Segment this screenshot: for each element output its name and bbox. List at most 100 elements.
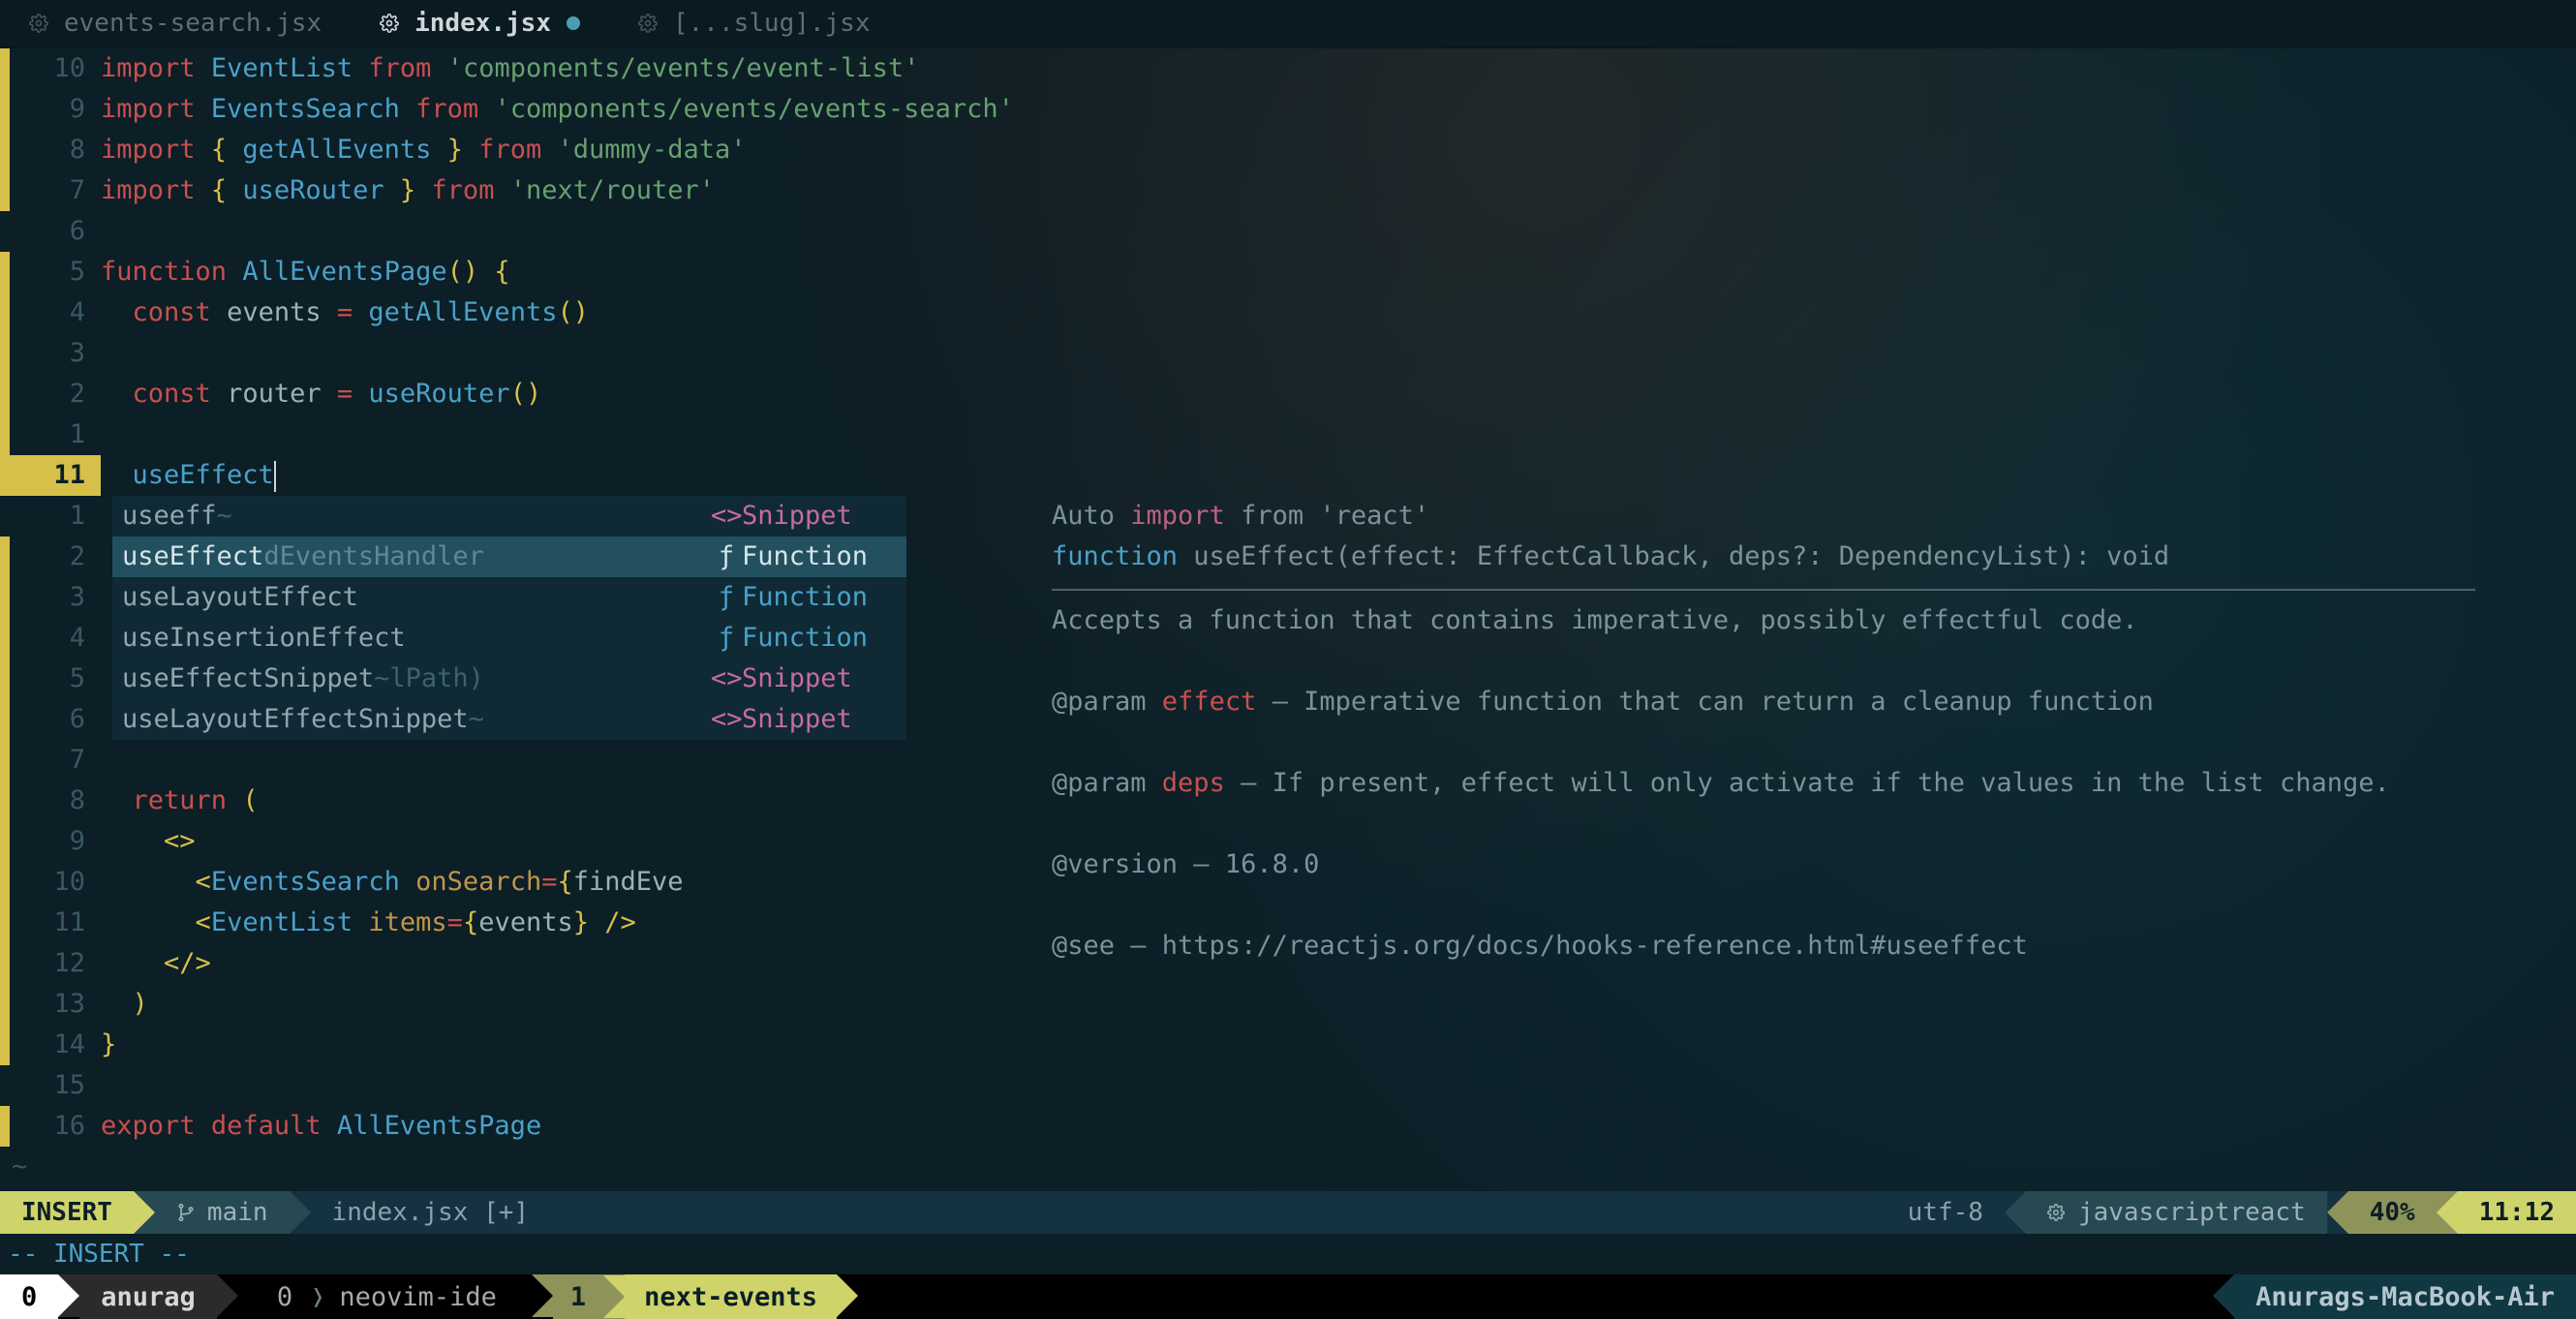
- function-icon: ƒ: [711, 618, 742, 659]
- modified-dot-icon: [567, 16, 580, 30]
- line-number: 11: [10, 903, 101, 943]
- code-content: ): [101, 984, 2576, 1025]
- snippet-icon: <>: [711, 659, 742, 699]
- gear-icon: [380, 14, 399, 33]
- tmux-window[interactable]: 0 ❭ neovim-ide: [238, 1274, 532, 1319]
- tab-label: [...slug].jsx: [673, 9, 871, 38]
- code-line[interactable]: 16export default AllEventsPage: [0, 1106, 2576, 1147]
- tmux-status-bar: 0 anurag 0 ❭ neovim-ide 1 next-events An…: [0, 1274, 2576, 1319]
- code-line[interactable]: 1: [0, 414, 2576, 455]
- editor[interactable]: 10import EventList from 'components/even…: [0, 48, 2576, 1191]
- completion-item[interactable]: useLayoutEffectSnippet~<>Snippet: [112, 699, 906, 740]
- completion-kind-label: Function: [742, 577, 906, 618]
- status-filetype: javascriptreact: [2026, 1191, 2327, 1234]
- completion-item[interactable]: useLayoutEffectƒFunction: [112, 577, 906, 618]
- function-icon: ƒ: [711, 577, 742, 618]
- snippet-icon: <>: [711, 699, 742, 740]
- mode-indicator: INSERT: [0, 1191, 134, 1234]
- code-line[interactable]: 11 useEffect: [0, 455, 2576, 496]
- line-number: 2: [10, 374, 101, 414]
- tab-index[interactable]: index.jsx: [351, 0, 609, 46]
- completion-item[interactable]: useInsertionEffectƒFunction: [112, 618, 906, 659]
- code-line[interactable]: 5function AllEventsPage() {: [0, 252, 2576, 292]
- line-number: 10: [10, 862, 101, 903]
- completion-item[interactable]: useEffectSnippet~lPath)<>Snippet: [112, 659, 906, 699]
- code-line[interactable]: 14}: [0, 1025, 2576, 1065]
- code-line[interactable]: 3: [0, 333, 2576, 374]
- gear-icon: [2047, 1204, 2065, 1221]
- line-number: 1: [10, 496, 101, 537]
- tmux-session-name: anurag: [79, 1274, 217, 1319]
- code-line[interactable]: 7import { useRouter } from 'next/router': [0, 170, 2576, 211]
- tmux-window-name: neovim-ide: [325, 1282, 510, 1312]
- completion-item[interactable]: useEffectdEventsHandlerƒFunction: [112, 537, 906, 577]
- gear-icon: [29, 14, 48, 33]
- tmux-session-index: 0: [0, 1274, 58, 1319]
- code-content: export default AllEventsPage: [101, 1106, 2576, 1147]
- line-number: 5: [10, 659, 101, 699]
- git-branch: main: [155, 1191, 290, 1234]
- line-number: 2: [10, 537, 101, 577]
- code-content: const events = getAllEvents(): [101, 292, 2576, 333]
- completion-kind-label: Snippet: [742, 496, 906, 537]
- completion-popup[interactable]: useeff~<>SnippetuseEffectdEventsHandlerƒ…: [112, 496, 906, 740]
- tab-label: events-search.jsx: [64, 9, 322, 38]
- status-bar: INSERT main index.jsx [+] utf-8 javascri…: [0, 1191, 2576, 1234]
- mode-echo: -- INSERT --: [0, 1234, 2576, 1274]
- code-content: const router = useRouter(): [101, 374, 2576, 414]
- line-number: 8: [10, 781, 101, 821]
- line-number: 4: [10, 292, 101, 333]
- line-number: 9: [10, 821, 101, 862]
- code-line[interactable]: 6: [0, 211, 2576, 252]
- tmux-window-index: 0: [260, 1282, 310, 1312]
- code-content: import EventsSearch from 'components/eve…: [101, 89, 2576, 130]
- line-number: 6: [10, 699, 101, 740]
- line-number: 11: [10, 455, 101, 496]
- code-line[interactable]: 8import { getAllEvents } from 'dummy-dat…: [0, 130, 2576, 170]
- status-filename: index.jsx [+]: [311, 1191, 551, 1234]
- line-number: 9: [10, 89, 101, 130]
- code-content: }: [101, 1025, 2576, 1065]
- line-number: 4: [10, 618, 101, 659]
- code-line[interactable]: 13 ): [0, 984, 2576, 1025]
- completion-item[interactable]: useeff~<>Snippet: [112, 496, 906, 537]
- snippet-icon: <>: [711, 496, 742, 537]
- code-line[interactable]: 4 const events = getAllEvents(): [0, 292, 2576, 333]
- code-line[interactable]: 10import EventList from 'components/even…: [0, 48, 2576, 89]
- tab-slug[interactable]: [...slug].jsx: [609, 0, 900, 46]
- code-line[interactable]: 9import EventsSearch from 'components/ev…: [0, 89, 2576, 130]
- end-of-buffer: ~: [0, 1147, 2576, 1187]
- code-content: useEffect: [101, 455, 2576, 496]
- line-number: 14: [10, 1025, 101, 1065]
- line-number: 5: [10, 252, 101, 292]
- completion-kind-label: Function: [742, 618, 906, 659]
- tmux-hostname: Anurags-MacBook-Air: [2234, 1274, 2576, 1319]
- completion-kind-label: Snippet: [742, 659, 906, 699]
- line-number: 13: [10, 984, 101, 1025]
- line-number: 7: [10, 170, 101, 211]
- code-line[interactable]: 15: [0, 1065, 2576, 1106]
- tmux-window-active[interactable]: 1 next-events: [553, 1274, 837, 1319]
- line-number: 1: [10, 414, 101, 455]
- doc-popup: Auto import from 'react'function useEffe…: [1052, 496, 2475, 966]
- status-percent: 40%: [2348, 1191, 2437, 1234]
- tab-events-search[interactable]: events-search.jsx: [0, 0, 351, 46]
- line-number: 12: [10, 943, 101, 984]
- gear-icon: [638, 14, 658, 33]
- line-number: 8: [10, 130, 101, 170]
- code-line[interactable]: 2 const router = useRouter(): [0, 374, 2576, 414]
- status-encoding: utf-8: [1886, 1191, 2005, 1234]
- line-number: 16: [10, 1106, 101, 1147]
- line-number: 10: [10, 48, 101, 89]
- completion-kind-label: Snippet: [742, 699, 906, 740]
- git-branch-icon: [176, 1200, 196, 1225]
- tmux-window-index: 1: [553, 1282, 603, 1312]
- tmux-window-name: next-events: [625, 1274, 837, 1319]
- line-number: 6: [10, 211, 101, 252]
- code-content: function AllEventsPage() {: [101, 252, 2576, 292]
- line-number: 7: [10, 740, 101, 781]
- line-number: 3: [10, 577, 101, 618]
- status-position: 11:12: [2458, 1191, 2576, 1234]
- code-content: import { getAllEvents } from 'dummy-data…: [101, 130, 2576, 170]
- function-icon: ƒ: [711, 537, 742, 577]
